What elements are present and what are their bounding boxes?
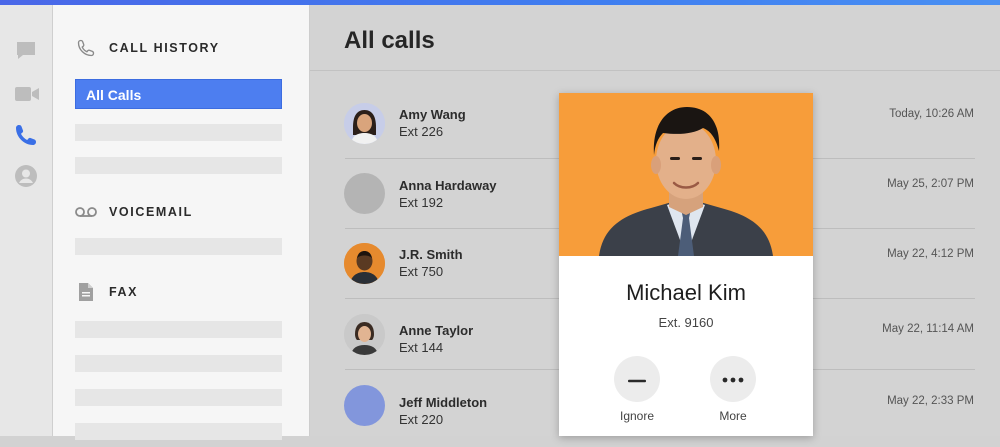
- call-history-title: CALL HISTORY: [109, 41, 220, 55]
- caller-ext: Ext 144: [399, 340, 444, 355]
- more-label: More: [719, 409, 747, 423]
- nav-placeholder-item[interactable]: [75, 124, 282, 141]
- call-time: Today, 10:26 AM: [889, 108, 974, 120]
- avatar: [344, 243, 385, 284]
- incoming-caller-name: Michael Kim: [626, 280, 746, 305]
- phone-outline-icon: [75, 37, 97, 59]
- incoming-call-card: Michael Kim Ext. 9160 Ignore More: [559, 93, 813, 436]
- ignore-button[interactable]: [614, 356, 660, 402]
- call-time: May 22, 4:12 PM: [887, 248, 974, 260]
- caller-ext: Ext 226: [399, 124, 444, 139]
- profile-icon[interactable]: [14, 164, 38, 188]
- more-dots-icon: [722, 370, 744, 388]
- avatar: [344, 385, 385, 426]
- call-time: May 22, 11:14 AM: [882, 323, 974, 335]
- caller-ext: Ext 220: [399, 412, 444, 427]
- avatar: [344, 103, 385, 144]
- fax-title: FAX: [109, 285, 139, 299]
- voicemail-title: VOICEMAIL: [109, 205, 193, 219]
- phone-icon[interactable]: [14, 123, 38, 147]
- caller-name: Anna Hardaway: [399, 178, 497, 193]
- voicemail-header: VOICEMAIL: [75, 201, 193, 223]
- minus-icon: [628, 370, 646, 388]
- avatar: [344, 173, 385, 214]
- nav-placeholder-item[interactable]: [75, 321, 282, 338]
- caller-photo: [559, 93, 813, 256]
- nav-all-calls[interactable]: All Calls: [75, 79, 282, 109]
- voicemail-icon: [75, 201, 97, 223]
- nav-placeholder-item[interactable]: [75, 238, 282, 255]
- caller-ext: Ext 192: [399, 195, 444, 210]
- chat-icon[interactable]: [14, 39, 38, 63]
- call-time: May 22, 2:33 PM: [887, 395, 974, 407]
- left-nav: CALL HISTORY All Calls VOICEMAIL FAX: [53, 5, 310, 440]
- nav-placeholder-item[interactable]: [75, 423, 282, 440]
- more-button[interactable]: [710, 356, 756, 402]
- incoming-caller-ext: Ext. 9160: [658, 315, 714, 330]
- caller-ext: Ext 750: [399, 264, 444, 279]
- video-icon[interactable]: [14, 82, 39, 106]
- page-title: All calls: [344, 27, 435, 54]
- document-icon: [75, 281, 97, 303]
- header-divider: [310, 70, 1000, 71]
- fax-header: FAX: [75, 281, 138, 303]
- call-history-header: CALL HISTORY: [75, 37, 220, 59]
- icon-rail: [0, 5, 53, 436]
- nav-placeholder-item[interactable]: [75, 389, 282, 406]
- caller-name: Anne Taylor: [399, 323, 474, 338]
- caller-name: Amy Wang: [399, 107, 466, 122]
- nav-placeholder-item[interactable]: [75, 157, 282, 174]
- caller-name: Jeff Middleton: [399, 395, 488, 410]
- ignore-label: Ignore: [619, 409, 655, 423]
- caller-name: J.R. Smith: [399, 247, 463, 262]
- call-time: May 25, 2:07 PM: [887, 178, 974, 190]
- avatar: [344, 314, 385, 355]
- nav-placeholder-item[interactable]: [75, 355, 282, 372]
